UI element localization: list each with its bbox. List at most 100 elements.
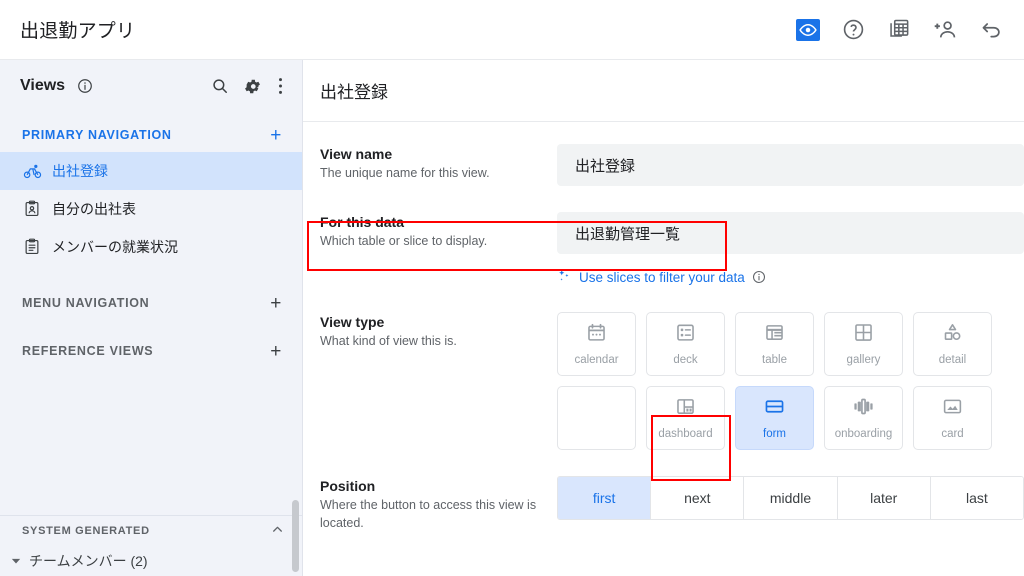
use-slices-link[interactable]: Use slices to filter your data [557, 268, 1024, 286]
view-type-tile-form[interactable]: form [735, 386, 814, 450]
system-generated-header[interactable]: SYSTEM GENERATED [0, 516, 302, 546]
use-slices-label: Use slices to filter your data [579, 269, 745, 285]
position-segmented-control: first next middle later last [557, 476, 1024, 520]
deck-icon [675, 322, 696, 348]
position-option-later[interactable]: later [837, 477, 931, 519]
sparkle-icon [557, 268, 572, 286]
card-icon [942, 396, 963, 422]
undo-icon[interactable] [978, 17, 1004, 43]
for-this-data-input[interactable]: 出退勤管理一覧 [557, 212, 1024, 254]
field-view-type: View type What kind of view this is. cal… [303, 312, 1024, 450]
sidebar-scrollbar-thumb[interactable] [292, 500, 299, 572]
section-primary-navigation: PRIMARY NAVIGATION + [0, 118, 302, 152]
top-bar-actions [796, 17, 1008, 43]
section-reference-views: REFERENCE VIEWS + [0, 334, 302, 368]
more-vert-icon[interactable] [272, 74, 288, 98]
sidebar-item-shussha-touroku[interactable]: 出社登録 [0, 152, 302, 190]
detail-icon [942, 322, 963, 348]
sidebar: Views PRIMARY NAVIGATION + 出社登録 自分の出社表 メ… [0, 60, 303, 576]
label-subtitle: Where the button to access this view is … [320, 498, 537, 531]
label-title: For this data [320, 214, 405, 230]
view-type-tile-calendar[interactable]: calendar [557, 312, 636, 376]
sidebar-item-jibun-no-shussha-hyou[interactable]: 自分の出社表 [0, 190, 302, 228]
view-type-tile-dashboard[interactable]: dashboard [646, 386, 725, 450]
view-name-input[interactable]: 出社登録 [557, 144, 1024, 186]
page-title: 出社登録 [303, 60, 1024, 122]
section-menu-navigation: MENU NAVIGATION + [0, 286, 302, 320]
system-generated-label: SYSTEM GENERATED [22, 525, 150, 537]
preview-icon[interactable] [796, 18, 820, 41]
chevron-up-icon[interactable] [271, 523, 284, 539]
top-bar: 出退勤アプリ [0, 0, 1024, 60]
caret-down-icon[interactable] [10, 556, 22, 566]
view-settings-form: View name The unique name for this view.… [303, 122, 1024, 532]
tile-label: onboarding [834, 428, 893, 440]
table-icon [764, 322, 785, 348]
views-info-icon[interactable] [77, 78, 93, 94]
tile-label: gallery [846, 354, 881, 366]
view-type-tile-gallery[interactable]: gallery [824, 312, 903, 376]
sidebar-item-member-shuugyou-joukyou[interactable]: メンバーの就業状況 [0, 228, 302, 266]
position-option-first[interactable]: first [558, 477, 652, 519]
view-type-tile-detail[interactable]: detail [913, 312, 992, 376]
label-subtitle: Which table or slice to display. [320, 234, 488, 248]
field-label-position: Position Where the button to access this… [320, 476, 557, 532]
form-icon [764, 396, 785, 422]
add-menu-nav-button[interactable]: + [270, 294, 282, 313]
position-option-middle[interactable]: middle [744, 477, 838, 519]
dashboard-icon [675, 396, 696, 422]
position-option-next[interactable]: next [651, 477, 745, 519]
system-generated-block: SYSTEM GENERATED チームメンバー (2) [0, 500, 302, 576]
app-title: 出退勤アプリ [20, 21, 136, 42]
clipboard-list-icon [22, 237, 42, 257]
clipboard-person-icon [22, 199, 42, 219]
tile-label: dashboard [658, 428, 713, 440]
system-generated-row-team-members[interactable]: チームメンバー (2) [0, 546, 302, 576]
help-icon[interactable] [840, 17, 866, 43]
section-label: PRIMARY NAVIGATION [22, 128, 172, 142]
add-primary-nav-button[interactable]: + [270, 126, 282, 145]
label-title: View name [320, 146, 393, 162]
label-title: View type [320, 314, 385, 330]
sidebar-item-label: 自分の出社表 [52, 201, 136, 217]
view-type-tile-partial[interactable] [557, 386, 636, 450]
position-option-last[interactable]: last [930, 477, 1023, 519]
view-type-tile-card[interactable]: card [913, 386, 992, 450]
add-person-icon[interactable] [932, 17, 958, 43]
view-type-tile-table[interactable]: table [735, 312, 814, 376]
label-subtitle: The unique name for this view. [320, 166, 490, 180]
tile-label: table [762, 354, 787, 366]
field-for-this-data: For this data Which table or slice to di… [303, 212, 1024, 254]
view-type-tiles: calendar deck table gallery detail dashb… [557, 312, 1024, 450]
calendar-icon [586, 322, 607, 348]
gear-icon[interactable] [240, 74, 264, 98]
field-label-for-this-data: For this data Which table or slice to di… [320, 212, 557, 250]
search-icon[interactable] [208, 74, 232, 98]
tile-label: detail [938, 354, 967, 366]
views-title: Views [20, 77, 66, 94]
main-panel: 出社登録 View name The unique name for this … [303, 60, 1024, 576]
label-title: Position [320, 478, 376, 494]
field-label-view-name: View name The unique name for this view. [320, 144, 557, 182]
sidebar-item-label: メンバーの就業状況 [52, 239, 178, 255]
gallery-icon [853, 322, 874, 348]
field-view-name: View name The unique name for this view.… [303, 144, 1024, 186]
section-label: MENU NAVIGATION [22, 296, 150, 310]
onboarding-icon [853, 396, 874, 422]
info-icon[interactable] [752, 270, 766, 284]
view-type-tile-onboarding[interactable]: onboarding [824, 386, 903, 450]
tile-label: deck [673, 354, 698, 366]
section-label: REFERENCE VIEWS [22, 344, 154, 358]
sidebar-item-label: 出社登録 [52, 163, 108, 179]
views-header: Views [0, 60, 302, 112]
tile-label: card [941, 428, 964, 440]
field-position: Position Where the button to access this… [303, 476, 1024, 532]
copy-table-icon[interactable] [886, 17, 912, 43]
field-label-view-type: View type What kind of view this is. [320, 312, 557, 350]
view-type-tile-deck[interactable]: deck [646, 312, 725, 376]
add-reference-view-button[interactable]: + [270, 342, 282, 361]
bicycle-icon [22, 161, 42, 181]
label-subtitle: What kind of view this is. [320, 334, 457, 348]
tile-label: calendar [574, 354, 619, 366]
tile-label: form [763, 428, 786, 440]
